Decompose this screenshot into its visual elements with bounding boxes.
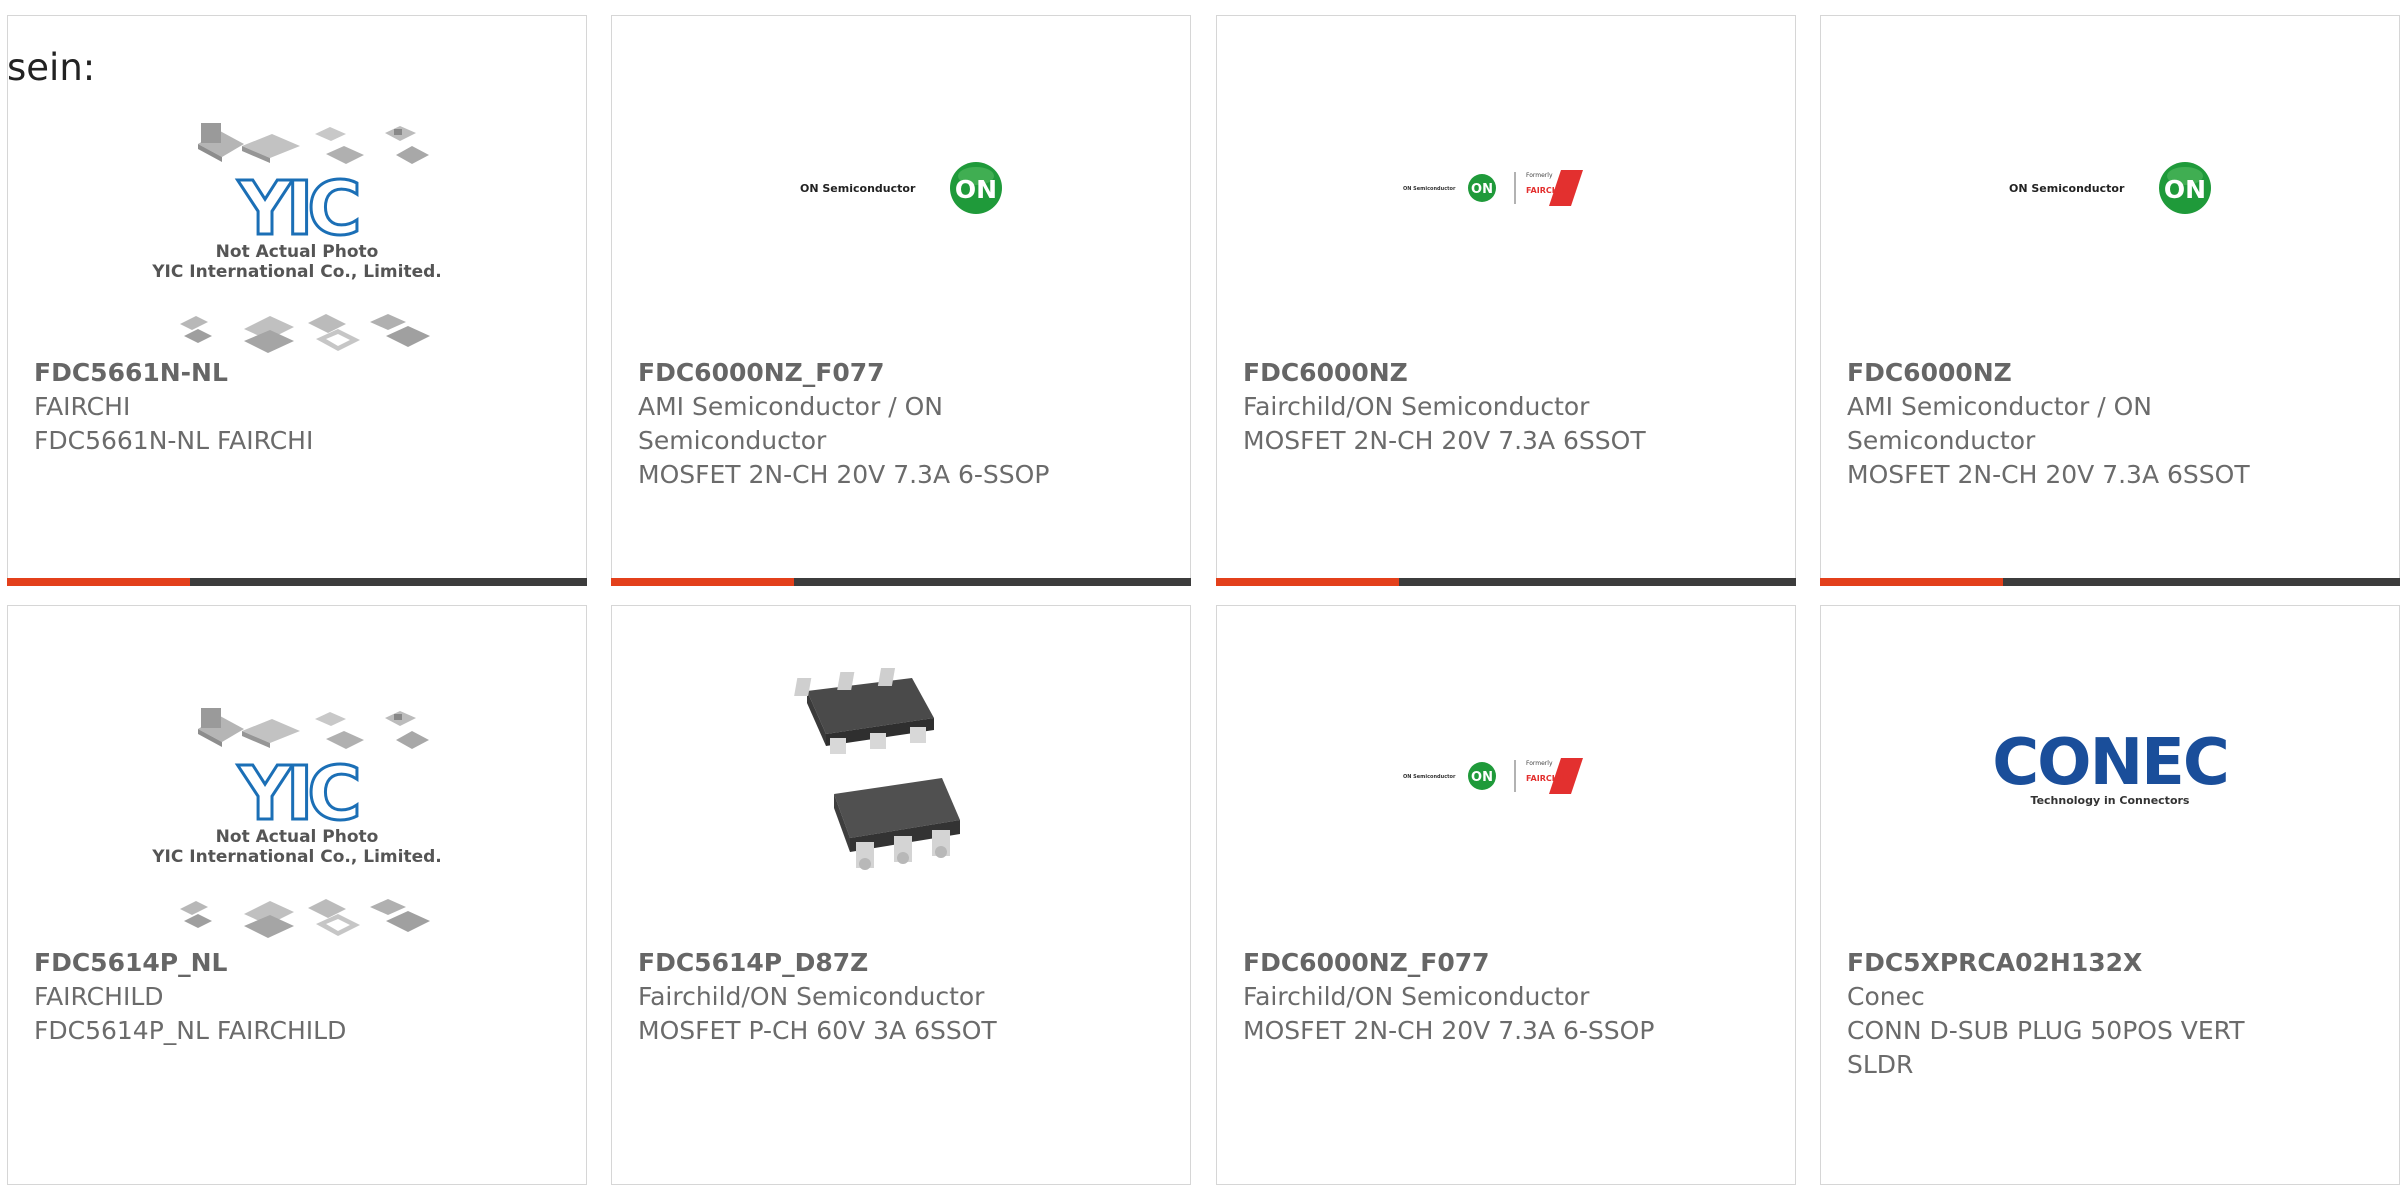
yic-logo-icon: YIC (236, 165, 365, 254)
svg-text:ON Semiconductor: ON Semiconductor (800, 182, 916, 195)
manufacturer: FAIRCHILD (34, 982, 164, 1011)
svg-text:FAIRCHILD.: FAIRCHILD. (1526, 774, 1576, 783)
manufacturer: Fairchild/ON Semiconductor (1243, 392, 1590, 421)
product-info: FDC6000NZ AMI Semiconductor / ON Semicon… (1847, 356, 2267, 492)
on-semiconductor-logo: ON Semiconductor ON (800, 162, 1002, 214)
manufacturer: FAIRCHI (34, 392, 131, 421)
card-underline-accent (7, 578, 190, 586)
product-info: FDC5614P_NL FAIRCHILD FDC5614P_NL FAIRCH… (34, 946, 454, 1048)
card-underline-accent (611, 578, 794, 586)
svg-text:CONEC: CONEC (1992, 726, 2228, 800)
svg-text:ON Semiconductor: ON Semiconductor (1403, 774, 1456, 780)
svg-text:ON: ON (1471, 770, 1493, 785)
product-card[interactable]: ON Semiconductor ON Formerly FAIRCHILD. … (1216, 605, 1796, 1185)
on-fairchild-logo: ON Semiconductor ON Formerly FAIRCHILD. (1403, 758, 1583, 794)
svg-text:Technology in Connectors: Technology in Connectors (2031, 794, 2190, 807)
svg-text:ON: ON (955, 175, 997, 204)
ssot6-package-photo (794, 668, 960, 870)
description: FDC5614P_NL FAIRCHILD (34, 1016, 347, 1045)
placeholder-line2: YIC International Co., Limited. (151, 262, 442, 282)
product-card[interactable]: YIC Not Actual Photo YIC International C… (7, 605, 587, 1185)
on-fairchild-logo: ON Semiconductor ON Formerly FAIRCHILD. (1403, 170, 1583, 206)
svg-text:Formerly: Formerly (1526, 172, 1553, 179)
svg-text:ON: ON (1471, 182, 1493, 197)
svg-text:ON Semiconductor: ON Semiconductor (2009, 182, 2125, 195)
product-image[interactable]: ON Semiconductor ON (1821, 16, 2399, 364)
yic-logo-icon: YIC (236, 750, 365, 839)
description: MOSFET 2N-CH 20V 7.3A 6-SSOP (638, 460, 1050, 489)
product-card[interactable]: YIC Not Actual Photo YIC International C… (7, 15, 587, 586)
description: MOSFET 2N-CH 20V 7.3A 6SSOT (1243, 426, 1646, 455)
card-underline-accent (1216, 578, 1399, 586)
product-grid: YIC Not Actual Photo YIC International C… (0, 0, 2400, 1185)
product-info: FDC5614P_D87Z Fairchild/ON Semiconductor… (638, 946, 1058, 1048)
product-image[interactable]: YIC Not Actual Photo YIC International C… (8, 606, 586, 954)
on-semiconductor-logo: ON Semiconductor ON (2009, 162, 2211, 214)
part-number-link[interactable]: FDC6000NZ (1847, 356, 2267, 390)
part-number-link[interactable]: FDC6000NZ_F077 (1243, 946, 1663, 980)
svg-text:ON Semiconductor: ON Semiconductor (1403, 186, 1456, 192)
product-card[interactable]: FDC5614P_D87Z Fairchild/ON Semiconductor… (611, 605, 1191, 1185)
part-number-link[interactable]: FDC6000NZ_F077 (638, 356, 1058, 390)
placeholder-line1: Not Actual Photo (216, 242, 379, 262)
card-underline (7, 578, 587, 586)
manufacturer: Fairchild/ON Semiconductor (638, 982, 985, 1011)
description: MOSFET 2N-CH 20V 7.3A 6SSOT (1847, 460, 2250, 489)
product-info: FDC5661N-NL FAIRCHI FDC5661N-NL FAIRCHI (34, 356, 454, 458)
intro-text: sein: (7, 46, 96, 89)
product-card[interactable]: ON Semiconductor ON Formerly FAIRCHILD. … (1216, 15, 1796, 586)
part-number-link[interactable]: FDC5661N-NL (34, 356, 454, 390)
placeholder-line1: Not Actual Photo (216, 827, 379, 847)
product-card[interactable]: CONEC Technology in Connectors FDC5XPRCA… (1820, 605, 2400, 1185)
description: FDC5661N-NL FAIRCHI (34, 426, 314, 455)
card-underline-accent (1820, 578, 2003, 586)
manufacturer: AMI Semiconductor / ON Semiconductor (1847, 392, 2152, 455)
product-image[interactable] (612, 606, 1190, 954)
description: CONN D-SUB PLUG 50POS VERT SLDR (1847, 1016, 2245, 1079)
card-underline (1820, 578, 2400, 586)
product-image[interactable]: ON Semiconductor ON (612, 16, 1190, 364)
description: MOSFET P-CH 60V 3A 6SSOT (638, 1016, 997, 1045)
svg-text:YIC: YIC (237, 166, 357, 252)
manufacturer: Fairchild/ON Semiconductor (1243, 982, 1590, 1011)
description: MOSFET 2N-CH 20V 7.3A 6-SSOP (1243, 1016, 1655, 1045)
manufacturer: Conec (1847, 982, 1925, 1011)
part-number-link[interactable]: FDC5614P_D87Z (638, 946, 1058, 980)
product-card[interactable]: ON Semiconductor ON FDC6000NZ_F077 AMI S… (611, 15, 1191, 586)
conec-logo: CONEC Technology in Connectors (1992, 726, 2230, 807)
card-underline (1216, 578, 1796, 586)
svg-text:Formerly: Formerly (1526, 760, 1553, 767)
svg-text:ON: ON (2164, 175, 2206, 204)
manufacturer: AMI Semiconductor / ON Semiconductor (638, 392, 943, 455)
product-image[interactable]: ON Semiconductor ON Formerly FAIRCHILD. (1217, 16, 1795, 364)
product-info: FDC5XPRCA02H132X Conec CONN D-SUB PLUG 5… (1847, 946, 2267, 1082)
product-image[interactable]: CONEC Technology in Connectors (1821, 606, 2399, 954)
product-card[interactable]: ON Semiconductor ON FDC6000NZ AMI Semico… (1820, 15, 2400, 586)
product-info: FDC6000NZ_F077 Fairchild/ON Semiconducto… (1243, 946, 1663, 1048)
part-number-link[interactable]: FDC5614P_NL (34, 946, 454, 980)
placeholder-line2: YIC International Co., Limited. (151, 847, 442, 867)
card-underline (611, 578, 1191, 586)
product-image[interactable]: ON Semiconductor ON Formerly FAIRCHILD. (1217, 606, 1795, 954)
part-number-link[interactable]: FDC5XPRCA02H132X (1847, 946, 2267, 980)
svg-text:FAIRCHILD.: FAIRCHILD. (1526, 186, 1576, 195)
part-number-link[interactable]: FDC6000NZ (1243, 356, 1663, 390)
product-info: FDC6000NZ_F077 AMI Semiconductor / ON Se… (638, 356, 1058, 492)
product-info: FDC6000NZ Fairchild/ON Semiconductor MOS… (1243, 356, 1663, 458)
svg-text:YIC: YIC (237, 751, 357, 837)
